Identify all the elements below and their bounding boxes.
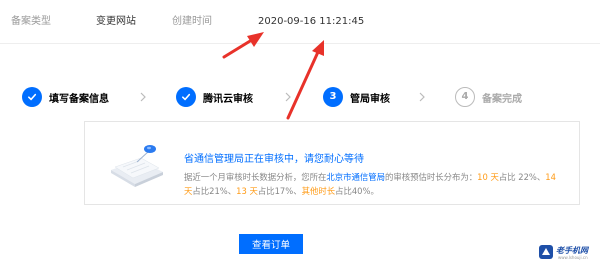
check-icon <box>22 87 42 107</box>
step-label: 备案完成 <box>482 93 522 105</box>
watermark-logo-icon <box>539 245 553 259</box>
notice-text: 的审核预估时长分布为： <box>385 172 478 182</box>
step-fill-record-info: 填写备案信息 <box>22 86 109 108</box>
created-time-value: 2020-09-16 11:21:45 <box>258 16 365 27</box>
notice-text: 占比40%。 <box>335 186 379 196</box>
step-label: 填写备案信息 <box>49 93 109 105</box>
duration-highlight: 10 天 <box>477 172 499 182</box>
notice-title: 省通信管理局正在审核中，请您耐心等待 <box>184 154 364 165</box>
notice-text: 据近一个月审核时长数据分析，您所在 <box>184 172 327 182</box>
notice-body: 据近一个月审核时长数据分析，您所在北京市通信管局的审核预估时长分布为：10 天占… <box>184 170 564 198</box>
record-info-bar: 备案类型 变更网站 创建时间 2020-09-16 11:21:45 <box>0 0 600 44</box>
region-highlight: 北京市通信管局 <box>326 172 385 182</box>
step-label: 腾讯云审核 <box>203 93 253 105</box>
notice-text: 占比21%、 <box>192 186 237 196</box>
review-notice-card: 省通信管理局正在审核中，请您耐心等待 据近一个月审核时长数据分析，您所在北京市通… <box>84 121 580 205</box>
view-order-button[interactable]: 查看订单 <box>239 234 303 254</box>
step-number-badge: 3 <box>323 87 343 107</box>
document-review-illustration <box>111 145 163 187</box>
created-time-label: 创建时间 <box>172 16 212 27</box>
notice-text: 占比 22%、 <box>498 172 546 182</box>
step-number: 4 <box>461 91 469 102</box>
site-watermark: 老手机网 www.lshouji.cn <box>538 242 596 262</box>
record-type-label: 备案类型 <box>11 16 51 27</box>
progress-steps: 填写备案信息 腾讯云审核 3 管局审核 4 备案完成 <box>0 80 600 114</box>
watermark-url: www.lshouji.cn <box>558 255 588 260</box>
duration-highlight: 其他时长 <box>301 186 336 196</box>
check-icon <box>176 87 196 107</box>
step-bureau-review: 3 管局审核 <box>323 86 390 108</box>
chevron-right-icon <box>419 92 425 102</box>
chevron-right-icon <box>285 92 291 102</box>
step-tencent-cloud-review: 腾讯云审核 <box>176 86 253 108</box>
duration-highlight: 13 天 <box>236 186 258 196</box>
step-number-badge: 4 <box>455 87 475 107</box>
step-number: 3 <box>329 91 337 102</box>
record-type-value: 变更网站 <box>96 16 136 27</box>
step-label: 管局审核 <box>350 93 390 105</box>
chevron-right-icon <box>140 92 146 102</box>
notice-text: 占比17%、 <box>257 186 302 196</box>
step-record-complete: 4 备案完成 <box>455 86 522 108</box>
